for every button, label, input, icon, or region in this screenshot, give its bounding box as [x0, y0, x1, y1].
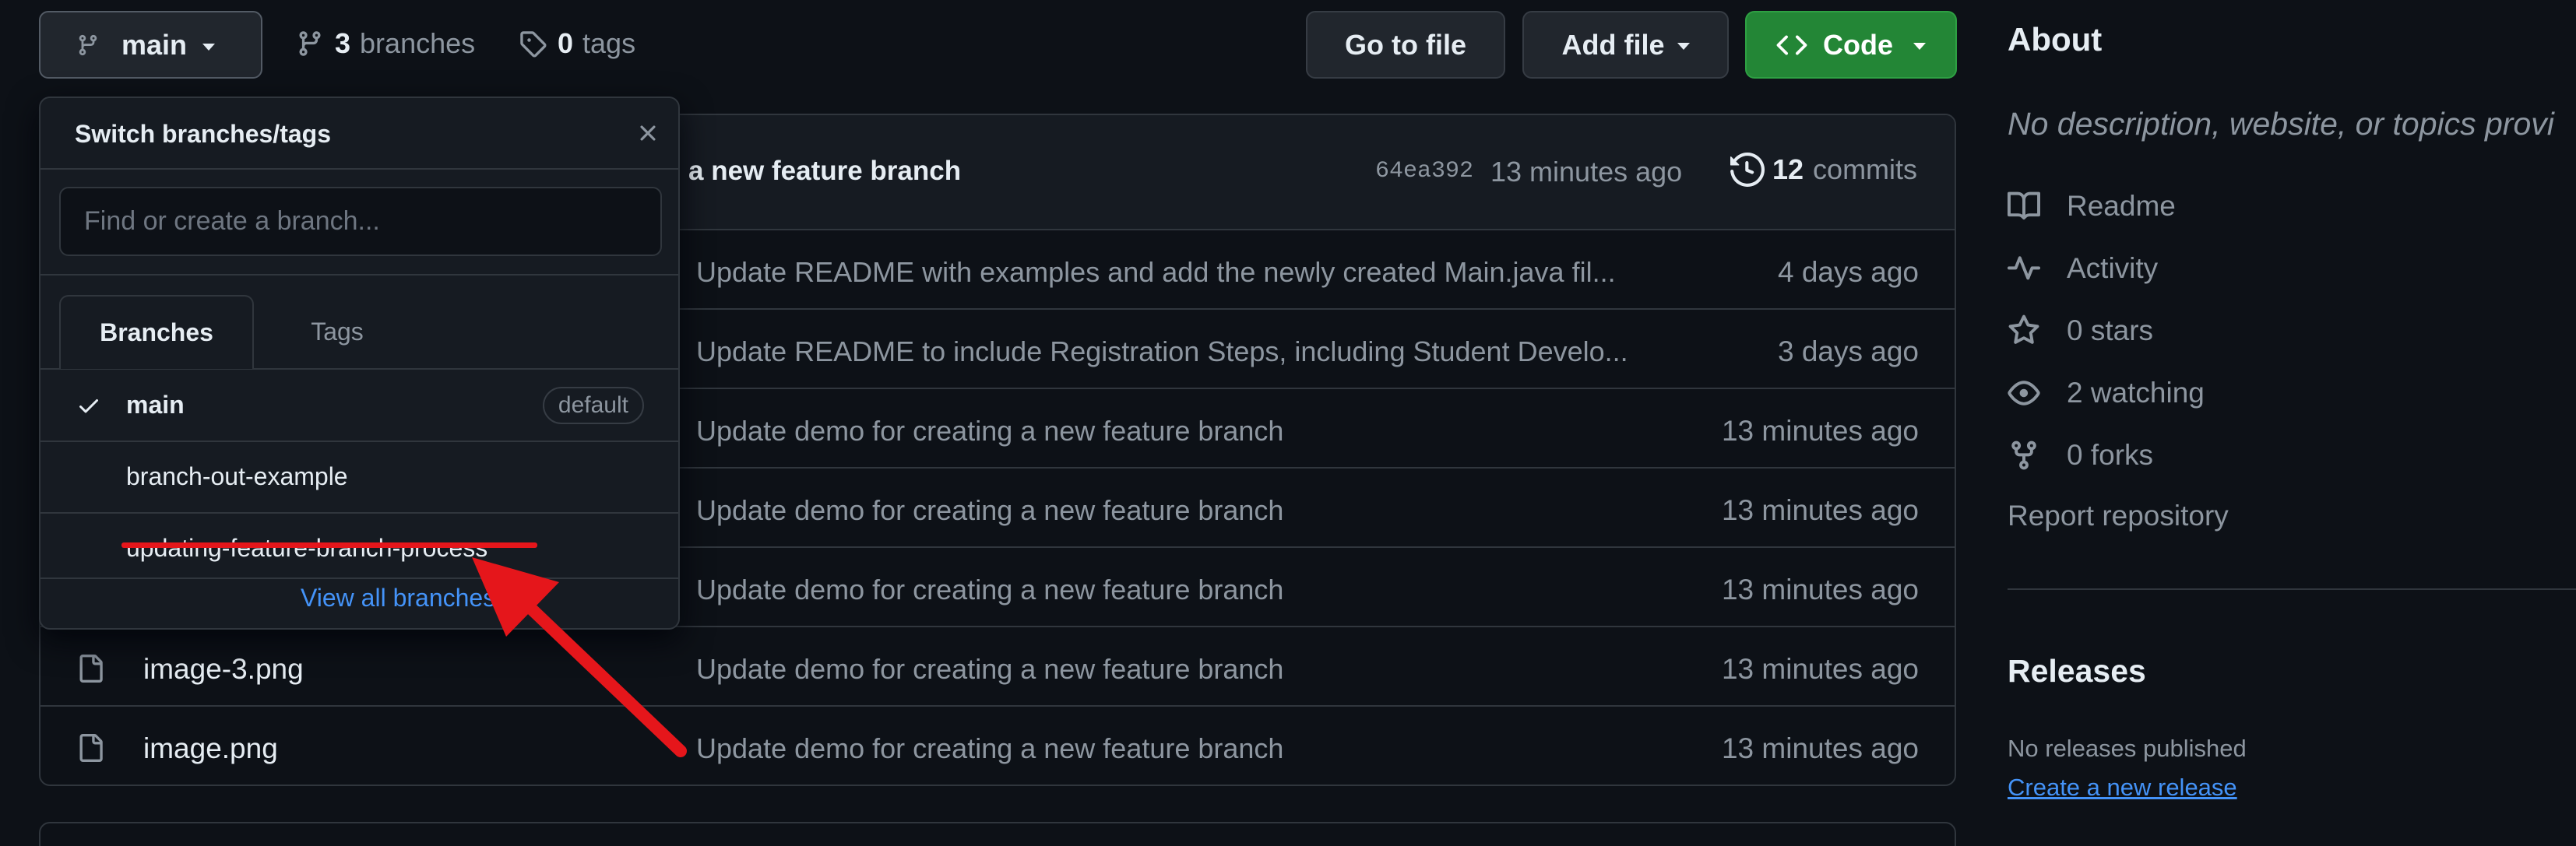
- go-to-file-button[interactable]: Go to file: [1306, 11, 1505, 79]
- code-icon: [1776, 30, 1807, 61]
- file-commit-message[interactable]: Update README to include Registration St…: [696, 335, 1628, 368]
- branch-name: updating-feature-branch-process: [126, 534, 488, 562]
- commits-count: 12: [1772, 153, 1804, 185]
- code-button[interactable]: Code: [1745, 11, 1957, 79]
- file-commit-message[interactable]: Update demo for creating a new feature b…: [696, 415, 1283, 448]
- tab-branches[interactable]: Branches: [59, 295, 254, 369]
- file-row[interactable]: image.png Update demo for creating a new…: [40, 707, 1955, 785]
- tags-label: tags: [582, 27, 636, 59]
- branch-item-updating-feature-branch-process[interactable]: updating-feature-branch-process: [40, 513, 678, 584]
- file-commit-message[interactable]: Update demo for creating a new feature b…: [696, 732, 1283, 765]
- branches-count: 3: [335, 27, 351, 59]
- tags-count: 0: [558, 27, 574, 59]
- branches-link[interactable]: 3 branches: [296, 23, 475, 64]
- chevron-down-icon: [202, 44, 216, 51]
- annotation-underline: [121, 542, 537, 548]
- file-icon: [76, 653, 104, 684]
- branch-item-branch-out-example[interactable]: branch-out-example: [40, 441, 678, 512]
- file-commit-time: 3 days ago: [1777, 335, 1919, 367]
- about-heading: About: [2008, 21, 2103, 58]
- chevron-down-icon: [1677, 43, 1690, 50]
- default-badge: default: [542, 387, 644, 424]
- file-commit-time: 13 minutes ago: [1721, 732, 1919, 764]
- dropdown-title: Switch branches/tags: [75, 120, 331, 148]
- about-description: No description, website, or topics provi: [2008, 106, 2554, 142]
- file-commit-message[interactable]: Update demo for creating a new feature b…: [696, 653, 1283, 686]
- latest-commit-time: 13 minutes ago: [1490, 156, 1683, 188]
- divider: [40, 577, 678, 579]
- repo-forked-icon: [2008, 439, 2040, 472]
- commits-link[interactable]: 12 commits: [1730, 153, 1917, 187]
- chevron-down-icon: [1913, 43, 1926, 50]
- add-file-label: Add file: [1561, 28, 1665, 61]
- latest-commit-sha[interactable]: 64ea392: [1375, 158, 1473, 184]
- file-commit-time: 13 minutes ago: [1721, 574, 1919, 606]
- forks-label: 0 forks: [2067, 439, 2154, 471]
- eye-icon: [2008, 377, 2040, 409]
- history-icon: [1730, 153, 1765, 187]
- create-release-link[interactable]: Create a new release: [2008, 774, 2237, 802]
- branch-name: main: [126, 391, 185, 419]
- activity-link[interactable]: Activity: [2008, 249, 2158, 288]
- git-branch-icon: [76, 33, 100, 57]
- stars-label: 0 stars: [2067, 314, 2154, 346]
- branch-selector-button[interactable]: main: [39, 11, 262, 79]
- releases-heading[interactable]: Releases: [2008, 653, 2146, 690]
- forks-link[interactable]: 0 forks: [2008, 436, 2153, 475]
- tab-tags[interactable]: Tags: [274, 295, 400, 369]
- tag-icon: [519, 30, 547, 58]
- file-row[interactable]: image-3.png Update demo for creating a n…: [40, 627, 1955, 707]
- watching-link[interactable]: 2 watching: [2008, 374, 2205, 412]
- pulse-icon: [2008, 252, 2040, 285]
- divider: [2008, 588, 2576, 590]
- current-branch-label: main: [121, 28, 188, 61]
- branch-switcher-dropdown: Switch branches/tags Branches Tags main …: [39, 97, 680, 630]
- star-icon: [2008, 314, 2040, 347]
- git-branch-icon: [296, 30, 324, 58]
- file-commit-message[interactable]: Update demo for creating a new feature b…: [696, 494, 1283, 527]
- latest-commit-message[interactable]: a new feature branch: [688, 156, 961, 187]
- branch-search-input[interactable]: [59, 187, 662, 256]
- watching-label: 2 watching: [2067, 377, 2205, 409]
- file-commit-time: 13 minutes ago: [1721, 415, 1919, 447]
- file-name[interactable]: image-3.png: [143, 653, 304, 686]
- tab-tags-label: Tags: [311, 318, 364, 346]
- divider: [40, 168, 678, 170]
- report-repository-link[interactable]: Report repository: [2008, 500, 2229, 532]
- tags-link[interactable]: 0 tags: [519, 23, 635, 64]
- branch-name: branch-out-example: [126, 462, 348, 490]
- stars-link[interactable]: 0 stars: [2008, 311, 2153, 350]
- divider: [40, 274, 678, 276]
- go-to-file-label: Go to file: [1345, 28, 1466, 61]
- check-icon: [76, 393, 101, 418]
- add-file-button[interactable]: Add file: [1522, 11, 1729, 79]
- file-commit-time: 13 minutes ago: [1721, 494, 1919, 526]
- tab-branches-label: Branches: [100, 318, 213, 346]
- readme-link[interactable]: Readme: [2008, 187, 2176, 226]
- branches-label: branches: [360, 27, 476, 59]
- commits-label: commits: [1813, 153, 1918, 185]
- view-all-branches-link[interactable]: View all branches: [301, 584, 495, 613]
- book-icon: [2008, 190, 2040, 223]
- file-icon: [76, 732, 104, 764]
- file-name[interactable]: image.png: [143, 732, 278, 765]
- file-commit-time: 4 days ago: [1777, 256, 1919, 288]
- file-commit-time: 13 minutes ago: [1721, 653, 1919, 685]
- file-commit-message[interactable]: Update README with examples and add the …: [696, 256, 1616, 289]
- readme-panel: [39, 822, 1956, 846]
- readme-label: Readme: [2067, 190, 2176, 222]
- no-releases-text: No releases published: [2008, 735, 2247, 762]
- file-commit-message[interactable]: Update demo for creating a new feature b…: [696, 574, 1283, 606]
- activity-label: Activity: [2067, 252, 2159, 284]
- code-label: Code: [1823, 28, 1893, 61]
- close-icon[interactable]: [635, 120, 661, 146]
- branch-item-main[interactable]: main default: [40, 370, 678, 441]
